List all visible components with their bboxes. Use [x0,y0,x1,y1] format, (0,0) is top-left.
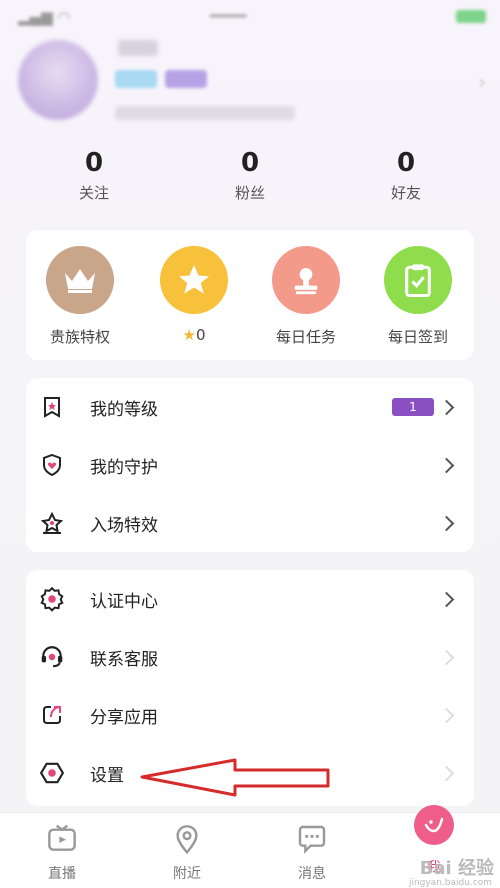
stamp-icon [272,246,340,314]
username-blurred [118,40,158,56]
chevron-right-icon: › [478,70,486,94]
chevron-right-icon [438,765,455,781]
location-icon [176,825,198,855]
stat-label: 关注 [78,184,109,202]
profile-header[interactable]: › [0,30,500,130]
menu-item-my-guard[interactable]: 我的守护 [26,436,474,494]
me-icon[interactable] [414,805,454,845]
shield-heart-icon [38,451,66,479]
share-icon [38,701,66,729]
level-bookmark-icon [38,393,66,421]
watermark-url: jingyan.baidu.com [408,878,492,888]
menu-item-entrance-effect[interactable]: 入场特效 [26,494,474,552]
menu-label: 认证中心 [90,591,158,612]
tab-nearby[interactable]: 附近 [137,823,237,883]
certification-icon [38,585,66,613]
tab-label: 直播 [48,866,76,882]
chevron-right-icon [438,399,455,415]
battery-icon [456,10,486,23]
menu-item-certification[interactable]: 认证中心 [26,570,474,628]
menu-group-1: 我的等级 1 我的守护 入场特效 [26,378,474,552]
clock: ━━━━ [210,7,247,25]
stat-label: 粉丝 [234,184,265,202]
stat-following[interactable]: 0 关注 [44,148,144,203]
level-tag [115,70,157,88]
stat-value: 0 [84,148,104,178]
chevron-right-icon [438,707,455,723]
vip-tag [165,70,207,88]
headset-icon [38,643,66,671]
menu-label: 入场特效 [90,515,158,536]
tab-label: 附近 [173,866,201,882]
quick-label: 每日签到 [387,328,448,346]
menu-item-share-app[interactable]: 分享应用 [26,686,474,744]
message-icon [298,825,326,854]
stat-fans[interactable]: 0 粉丝 [200,148,300,203]
crown-entrance-icon [38,509,66,537]
chevron-right-icon [438,457,455,473]
annotation-arrow [140,758,330,797]
chevron-right-icon [438,591,455,607]
quick-daily-checkin[interactable]: 每日签到 [368,246,468,347]
small-star-icon: ★ [182,326,196,344]
menu-label: 设置 [90,765,124,786]
chevron-right-icon [438,515,455,531]
menu-item-customer-service[interactable]: 联系客服 [26,628,474,686]
status-bar: ▂▄▆ ◠ ━━━━ [0,0,500,32]
quick-daily-task[interactable]: 每日任务 [256,246,356,347]
clipboard-check-icon [384,246,452,314]
star-count: 0 [195,326,206,344]
watermark: Bai 经验 [419,858,494,879]
tab-label: 消息 [298,866,326,882]
stat-value: 0 [396,148,416,178]
tab-live[interactable]: 直播 [12,823,112,883]
menu-label: 我的等级 [90,399,158,420]
quick-stars[interactable]: ★0 [144,246,244,344]
menu-label: 联系客服 [90,649,158,670]
menu-item-my-level[interactable]: 我的等级 1 [26,378,474,436]
stat-value: 0 [240,148,260,178]
quick-label: ★0 [144,326,244,344]
user-id-blurred [115,106,295,120]
quick-label: 贵族特权 [49,328,110,346]
chevron-right-icon [438,649,455,665]
quick-actions-card: 贵族特权 ★0 每日任务 每日签到 [26,230,474,360]
menu-label: 分享应用 [90,707,158,728]
stats-row: 0 关注 0 粉丝 0 好友 [0,148,500,208]
star-icon [160,246,228,314]
settings-icon [38,759,66,787]
signal-icon: ▂▄▆ ◠ [18,8,71,26]
stat-friends[interactable]: 0 好友 [356,148,456,203]
crown-icon [46,246,114,314]
quick-label: 每日任务 [275,328,336,346]
avatar[interactable] [18,40,98,120]
menu-label: 我的守护 [90,457,158,478]
quick-nobility[interactable]: 贵族特权 [30,246,130,347]
stat-label: 好友 [390,184,421,202]
tab-messages[interactable]: 消息 [262,823,362,883]
tv-icon [48,824,76,851]
level-badge: 1 [392,398,434,416]
